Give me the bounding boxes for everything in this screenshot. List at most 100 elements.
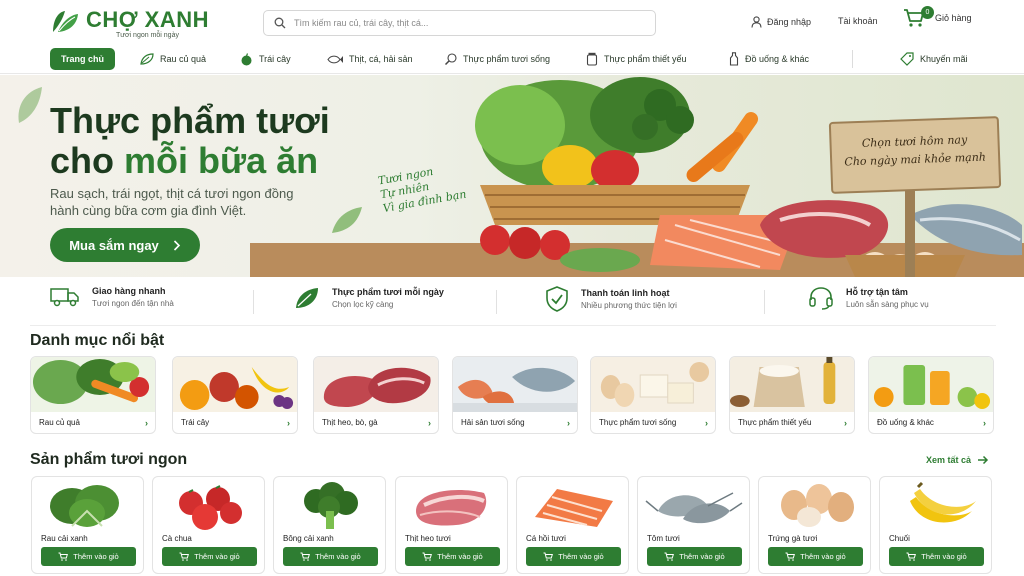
add-to-cart-button[interactable]: Thêm vào giỏ	[526, 547, 621, 566]
chevron-right-icon: ›	[705, 418, 708, 428]
account-link[interactable]: Tài khoản	[838, 16, 878, 26]
hero-title: Thực phẩm tươi cho mỗi bữa ăn	[50, 101, 410, 181]
nav-label: Đồ uống & khác	[745, 54, 810, 64]
search-bar[interactable]	[263, 10, 656, 36]
product-card[interactable]: Trứng gà tươi Thêm vào giỏ	[758, 476, 871, 574]
drinks-image	[869, 357, 993, 412]
product-name: Cá hồi tươi	[526, 534, 566, 543]
product-card[interactable]: Cá hồi tươi Thêm vào giỏ	[516, 476, 629, 574]
product-card[interactable]: Rau cải xanh Thêm vào giỏ	[31, 476, 144, 574]
products-heading: Sản phẩm tươi ngon	[30, 451, 188, 468]
broccoli-image	[304, 482, 358, 529]
add-to-cart-label: Thêm vào giỏ	[800, 552, 846, 561]
chevron-right-icon: ›	[844, 418, 847, 428]
add-to-cart-button[interactable]: Thêm vào giỏ	[41, 547, 136, 566]
nav-essentials[interactable]: Thực phẩm thiết yếu	[586, 48, 687, 70]
category-label: Thực phẩm tươi sống	[599, 418, 677, 427]
cart-count-badge: 0	[921, 6, 934, 19]
hero-sign: Chọn tươi hôm nay Cho ngày mai khỏe mạnh	[828, 116, 1002, 194]
add-to-cart-button[interactable]: Thêm vào giỏ	[405, 547, 500, 566]
tag-icon	[900, 52, 914, 66]
add-to-cart-button[interactable]: Thêm vào giỏ	[162, 547, 257, 566]
top-header: CHỢ XANH Tươi ngon mỗi ngày Đăng nhập Tà…	[0, 0, 1024, 42]
arrow-right-icon	[978, 455, 989, 465]
hero-banner: Thực phẩm tươi cho mỗi bữa ăn Rau sạch, …	[0, 75, 1024, 277]
login-link[interactable]: Đăng nhập	[751, 16, 811, 28]
product-card[interactable]: Chuối Thêm vào giỏ	[879, 476, 992, 574]
nav-label: Khuyến mãi	[920, 54, 968, 64]
nav-fresh-food[interactable]: Thực phẩm tươi sống	[444, 48, 550, 70]
category-label: Thịt heo, bò, gà	[322, 418, 378, 427]
shrimp-image	[645, 492, 743, 524]
cart-icon	[179, 552, 190, 561]
product-name: Chuối	[889, 534, 910, 543]
nav-drinks[interactable]: Đồ uống & khác	[729, 48, 809, 70]
meat-image	[314, 357, 438, 412]
feature-delivery: Giao hàng nhanh Tươi ngon đến tận nhà	[50, 286, 174, 308]
nav-label: Thực phẩm tươi sống	[463, 54, 550, 64]
hero-title-line2: cho	[50, 140, 125, 181]
category-label: Hải sản tươi sống	[461, 418, 525, 427]
nav-promotions[interactable]: Khuyến mãi	[900, 48, 968, 70]
add-to-cart-button[interactable]: Thêm vào giỏ	[647, 547, 742, 566]
feature-strip: Giao hàng nhanh Tươi ngon đến tận nhà Thự…	[30, 282, 996, 326]
add-to-cart-button[interactable]: Thêm vào giỏ	[768, 547, 863, 566]
nav-label: Trang chủ	[60, 54, 104, 64]
chevron-right-icon: ›	[983, 418, 986, 428]
category-card[interactable]: Thực phẩm tươi sống ›	[590, 356, 716, 434]
add-to-cart-label: Thêm vào giỏ	[194, 552, 240, 561]
apple-icon	[241, 52, 252, 65]
nav-home[interactable]: Trang chủ	[50, 48, 115, 70]
fruits-image	[173, 357, 297, 412]
logo-tagline: Tươi ngon mỗi ngày	[116, 32, 179, 39]
cart-icon	[543, 552, 554, 561]
product-card[interactable]: Thịt heo tươi Thêm vào giỏ	[395, 476, 508, 574]
feature-title: Thực phẩm tươi mỗi ngày	[332, 287, 444, 297]
hero-title-line1: Thực phẩm tươi	[50, 100, 330, 141]
search-input[interactable]	[294, 18, 634, 28]
meat-fish-image	[760, 200, 1022, 277]
chevron-right-icon: ›	[145, 418, 148, 428]
search-icon	[274, 17, 286, 29]
seafood-image	[453, 357, 577, 412]
feature-subtitle: Tươi ngon đến tận nhà	[92, 299, 174, 308]
nav-vegetables[interactable]: Rau củ quả	[140, 48, 206, 70]
cart-button[interactable]: 0 Giỏ hàng	[903, 6, 972, 28]
nav-fruits[interactable]: Trái cây	[240, 48, 291, 70]
category-card[interactable]: Thực phẩm thiết yếu ›	[729, 356, 855, 434]
see-all-label: Xem tất cả	[926, 455, 972, 465]
product-card[interactable]: Bông cải xanh Thêm vào giỏ	[273, 476, 386, 574]
add-to-cart-label: Thêm vào giỏ	[315, 552, 361, 561]
category-card[interactable]: Trái cây ›	[172, 356, 298, 434]
category-card[interactable]: Hải sản tươi sống ›	[452, 356, 578, 434]
add-to-cart-button[interactable]: Thêm vào giỏ	[889, 547, 984, 566]
product-name: Cà chua	[162, 534, 192, 543]
feature-support: Hỗ trợ tận tâm Luôn sẵn sàng phục vụ	[808, 286, 929, 310]
category-card[interactable]: Đồ uống & khác ›	[868, 356, 994, 434]
category-card[interactable]: Thịt heo, bò, gà ›	[313, 356, 439, 434]
shop-now-button[interactable]: Mua sắm ngay	[50, 228, 200, 262]
product-card[interactable]: Tôm tươi Thêm vào giỏ	[637, 476, 750, 574]
see-all-link[interactable]: Xem tất cả	[926, 455, 989, 465]
truck-icon	[50, 288, 79, 307]
add-to-cart-button[interactable]: Thêm vào giỏ	[283, 547, 378, 566]
category-label: Rau củ quả	[39, 418, 80, 427]
hero-subtitle: Rau sạch, trái ngọt, thịt cá tươi ngon đ…	[50, 186, 294, 218]
product-card[interactable]: Cà chua Thêm vào giỏ	[152, 476, 265, 574]
cart-icon	[664, 552, 675, 561]
tomato-image	[179, 485, 242, 530]
feature-subtitle: Luôn sẵn sàng phục vụ	[846, 300, 929, 309]
cart-icon	[906, 552, 917, 561]
category-label: Đồ uống & khác	[877, 418, 934, 427]
feature-title: Thanh toán linh hoạt	[581, 288, 670, 298]
divider	[764, 290, 765, 314]
shop-now-label: Mua sắm ngay	[69, 237, 159, 253]
cart-icon	[300, 552, 311, 561]
sign-post	[905, 191, 915, 277]
category-card[interactable]: Rau củ quả ›	[30, 356, 156, 434]
nav-meat-fish[interactable]: Thịt, cá, hải sản	[327, 48, 413, 70]
cart-icon	[422, 552, 433, 561]
nav-label: Thực phẩm thiết yếu	[604, 54, 687, 64]
product-name: Rau cải xanh	[41, 534, 88, 543]
logo[interactable]: CHỢ XANH Tươi ngon mỗi ngày	[50, 8, 209, 39]
